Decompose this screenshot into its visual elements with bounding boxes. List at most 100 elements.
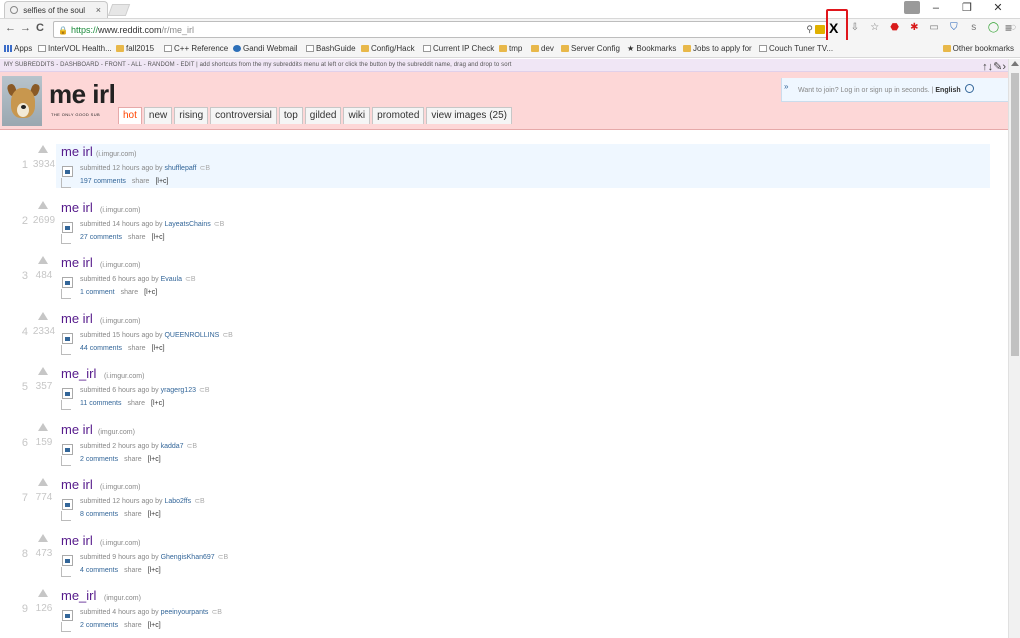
bookmark-star-icon[interactable]: ☆ [868,22,882,33]
expand-login-icon[interactable]: » [784,82,788,91]
post-domain[interactable]: (i.imgur.com) [96,151,136,158]
upvote-arrow-icon[interactable] [38,256,48,264]
login-signup-link[interactable]: Want to join? Log in or sign up in secon… [798,87,930,94]
share-link[interactable]: share [128,234,146,241]
bookmark-item[interactable]: Current IP Check [423,44,494,53]
browser-tab[interactable]: selfies of the soul × [4,1,108,18]
post-domain[interactable]: (i.imgur.com) [100,207,140,214]
comments-link[interactable]: 8 comments [80,511,118,518]
upvote-arrow-icon[interactable] [38,422,48,431]
maximize-button[interactable]: ❐ [953,1,981,14]
image-expand-icon[interactable] [62,554,73,566]
lastpass-icon[interactable]: ✱ [907,22,921,33]
share-link[interactable]: share [124,567,142,574]
page-scrollbar[interactable] [1008,59,1020,638]
x-extension-icon[interactable]: X [829,20,838,36]
post-title-link[interactable]: me irl [61,533,93,548]
bookmark-item[interactable]: fall2015 [116,44,154,53]
upvote-arrow-icon[interactable] [38,367,48,375]
bookmark-item[interactable]: Gandi Webmail [233,44,298,53]
bookmark-item[interactable]: Couch Tuner TV... [759,44,833,53]
share-link[interactable]: share [124,456,142,463]
edit-link[interactable]: EDIT [180,62,194,68]
green-circle-icon[interactable]: ◯ [986,22,1000,33]
upvote-arrow-icon[interactable] [38,311,48,320]
comments-link[interactable]: 44 comments [80,345,122,352]
lc-link[interactable]: [l+c] [148,622,161,629]
bookmark-item[interactable]: InterVOL Health... [38,44,112,53]
image-expand-icon[interactable] [62,499,73,510]
author-tag-icon[interactable]: ⊂B [200,165,211,172]
tab-hot[interactable]: hot [118,107,142,124]
dashboard-link[interactable]: DASHBOARD [60,62,99,68]
all-link[interactable]: ALL [131,62,142,68]
post-title-link[interactable]: me irl [61,311,93,326]
back-button[interactable]: ← [5,22,16,34]
subreddit-logo[interactable] [2,76,42,126]
author-tag-icon[interactable]: ⊂B [187,443,198,450]
lc-link[interactable]: [l+c] [155,178,168,185]
minimize-button[interactable]: – [922,2,950,14]
comments-link[interactable]: 4 comments [80,567,118,574]
post-author-link[interactable]: Evaula [161,276,182,283]
author-tag-icon[interactable]: ⊂B [222,332,233,339]
reload-button[interactable]: C [36,22,44,34]
tab-new[interactable]: new [143,107,173,124]
author-tag-icon[interactable]: ⊂B [218,554,229,561]
post-author-link[interactable]: Labo2ffs [164,498,191,505]
author-tag-icon[interactable]: ⊂B [185,276,196,283]
share-link[interactable]: share [128,400,146,407]
bookmark-item[interactable]: tmp [499,44,522,53]
comments-link[interactable]: 27 comments [80,234,122,241]
extension-key-icon[interactable] [815,25,825,34]
post-domain[interactable]: (i.imgur.com) [100,318,140,325]
post-title-link[interactable]: me irl [61,255,93,270]
lc-link[interactable]: [l+c] [144,289,157,296]
author-tag-icon[interactable]: ⊂B [194,498,205,505]
cast-icon[interactable]: ▭ [927,22,941,33]
tab-view-images[interactable]: view images (25) [426,107,512,124]
lc-link[interactable]: [l+c] [152,234,165,241]
new-tab-button[interactable] [107,4,131,16]
tab-wiki[interactable]: wiki [343,107,371,124]
post-author-link[interactable]: QUEENROLLINS [164,332,219,339]
scroll-up-icon[interactable] [1011,61,1019,66]
share-link[interactable]: share [124,622,142,629]
post-author-link[interactable]: shufflepaff [164,165,196,172]
bookmark-item[interactable]: C++ Reference [164,44,228,53]
comments-link[interactable]: 2 comments [80,456,118,463]
tab-promoted[interactable]: promoted [372,107,425,124]
lc-link[interactable]: [l+c] [152,345,165,352]
image-expand-icon[interactable] [62,388,73,399]
image-expand-icon[interactable] [62,221,73,233]
post-title-link[interactable]: me irl [61,477,93,492]
profile-badge-icon[interactable] [904,1,920,14]
subreddit-title[interactable]: me irl [49,80,116,108]
image-expand-icon[interactable] [62,443,73,455]
post-domain[interactable]: (i.imgur.com) [100,262,140,269]
post-title-link[interactable]: me irl [61,200,93,215]
share-link[interactable]: share [121,289,139,296]
post-domain[interactable]: (i.imgur.com) [100,540,140,547]
upvote-arrow-icon[interactable] [38,533,48,542]
front-link[interactable]: FRONT [105,62,126,68]
author-tag-icon[interactable]: ⊂B [211,609,222,616]
image-expand-icon[interactable] [62,166,73,177]
image-expand-icon[interactable] [62,332,73,344]
tab-gilded[interactable]: gilded [304,107,342,124]
help-icon[interactable] [964,84,974,93]
share-link[interactable]: share [132,178,150,185]
scroll-thumb[interactable] [1011,73,1019,356]
author-tag-icon[interactable]: ⊂B [214,221,225,228]
upvote-arrow-icon[interactable] [38,145,48,153]
post-domain[interactable]: (i.imgur.com) [104,373,144,380]
bookmark-item[interactable]: ★ Bookmarks [627,44,676,53]
my-subreddits-link[interactable]: MY SUBREDDITS [4,62,55,68]
adblock-icon[interactable]: ⬣ [888,22,902,33]
post-title-link[interactable]: me_irl [61,588,96,603]
close-window-button[interactable]: ✕ [984,1,1012,14]
random-link[interactable]: RANDOM [148,62,175,68]
s-extension-icon[interactable]: s [967,22,981,33]
post-title-link[interactable]: me irl [61,144,93,159]
address-bar[interactable]: 🔒 https://www.reddit.com/r/me_irl ⚲ [53,21,828,38]
